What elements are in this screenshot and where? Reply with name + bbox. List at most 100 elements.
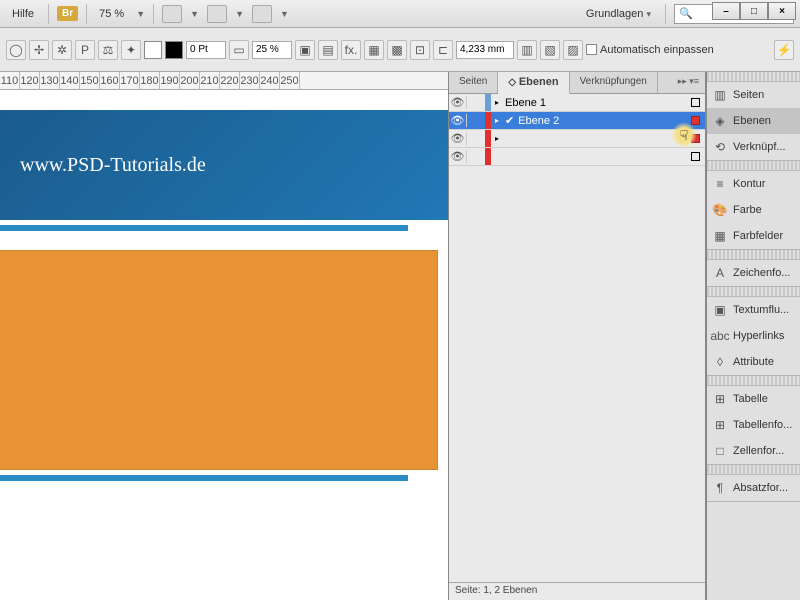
panel-icon: ¶ bbox=[712, 480, 728, 496]
panel-icon: ◈ bbox=[712, 113, 728, 129]
dock-item-farbe[interactable]: 🎨Farbe bbox=[707, 197, 800, 223]
document-canvas[interactable]: 1101201301401501601701801902002102202302… bbox=[0, 72, 448, 600]
tool-icon[interactable]: ▩ bbox=[387, 40, 407, 60]
maximize-button[interactable]: □ bbox=[740, 2, 768, 20]
panel-icon: ⊞ bbox=[712, 417, 728, 433]
dock-label: Seiten bbox=[733, 89, 764, 101]
dock-handle[interactable] bbox=[707, 250, 800, 260]
tool-icon[interactable]: ▤ bbox=[318, 40, 338, 60]
layer-row[interactable]: 👁 ▸ Ebene 1 bbox=[449, 94, 705, 112]
tab-pages[interactable]: Seiten bbox=[449, 72, 498, 93]
orange-rectangle[interactable] bbox=[0, 250, 438, 470]
tool-icon[interactable]: ▥ bbox=[517, 40, 537, 60]
dock-handle[interactable] bbox=[707, 161, 800, 171]
bridge-button[interactable]: Br bbox=[57, 6, 78, 21]
dock-item-tabelle[interactable]: ⊞Tabelle bbox=[707, 386, 800, 412]
view-option-1[interactable] bbox=[162, 5, 182, 23]
top-menu-bar: Hilfe Br 75 %▼ ▼ ▼ ▼ Grundlagen ▾ 🔍 bbox=[0, 0, 800, 28]
auto-fit-checkbox[interactable]: Automatisch einpassen bbox=[586, 44, 714, 56]
dock-group: ≡Kontur🎨Farbe ▦ Farbfelder bbox=[707, 161, 800, 250]
dock-group: ⊞Tabelle⊞Tabellenfo...□Zellenfor... bbox=[707, 376, 800, 465]
layer-target[interactable] bbox=[685, 98, 705, 107]
tool-icon[interactable]: ◯ bbox=[6, 40, 26, 60]
header-graphic[interactable]: ʃ www.PSD-Tutorials.de bbox=[0, 110, 448, 220]
opacity-input[interactable]: 25 % bbox=[252, 41, 292, 59]
tool-icon[interactable]: ✲ bbox=[52, 40, 72, 60]
tool-icon[interactable]: ▦ bbox=[364, 40, 384, 60]
dock-item-textumflu-[interactable]: ▣Textumflu... bbox=[707, 297, 800, 323]
layers-panel: Seiten ◇ Ebenen Verknüpfungen ▸▸ ▾≡ 👁 ▸ … bbox=[448, 72, 706, 600]
dock-label: Farbfelder bbox=[733, 230, 783, 242]
panel-icon: ▦ bbox=[712, 228, 728, 244]
view-option-3[interactable] bbox=[252, 5, 272, 23]
minimize-button[interactable]: – bbox=[712, 2, 740, 20]
view-option-2[interactable] bbox=[207, 5, 227, 23]
dock-item-tabellenfo-[interactable]: ⊞Tabellenfo... bbox=[707, 412, 800, 438]
dock-item-zeichenfo-[interactable]: AZeichenfo... bbox=[707, 260, 800, 286]
tool-icon[interactable]: ⊡ bbox=[410, 40, 430, 60]
tool-icon[interactable]: ⚖ bbox=[98, 40, 118, 60]
zoom-level[interactable]: 75 % bbox=[95, 6, 128, 22]
layer-row[interactable]: 👁 ▸ ✔ Ebene 2 bbox=[449, 112, 705, 130]
dock-item-farbfelder[interactable]: ▦ Farbfelder bbox=[707, 223, 800, 249]
visibility-icon[interactable]: 👁 bbox=[449, 96, 467, 109]
disclosure-icon[interactable]: ▸ bbox=[491, 98, 503, 107]
stroke-swatch[interactable] bbox=[165, 41, 183, 59]
workspace-selector[interactable]: Grundlagen ▾ bbox=[580, 6, 657, 22]
dock-label: Zellenfor... bbox=[733, 445, 784, 457]
tool-icon[interactable]: ▣ bbox=[295, 40, 315, 60]
dock-item-verkn-pf-[interactable]: ⟲Verknüpf... bbox=[707, 134, 800, 160]
tab-layers[interactable]: ◇ Ebenen bbox=[498, 72, 569, 94]
dock-group: ▥ Seiten ◈Ebenen⟲Verknüpf... bbox=[707, 72, 800, 161]
tool-icon[interactable]: ▨ bbox=[563, 40, 583, 60]
tab-links[interactable]: Verknüpfungen bbox=[570, 72, 658, 93]
layer-row[interactable]: 👁 ▸ bbox=[449, 130, 705, 148]
visibility-icon[interactable]: 👁 bbox=[449, 114, 467, 127]
disclosure-icon[interactable]: ▸ bbox=[491, 134, 503, 143]
dock-item-hyperlinks[interactable]: abcHyperlinks bbox=[707, 323, 800, 349]
fx-button[interactable]: fx. bbox=[341, 40, 361, 60]
dock-item-attribute[interactable]: ◊Attribute bbox=[707, 349, 800, 375]
tool-icon[interactable]: ✦ bbox=[121, 40, 141, 60]
chevron-down-icon[interactable]: ▼ bbox=[136, 9, 145, 19]
disclosure-icon[interactable]: ▸ bbox=[491, 116, 503, 125]
dock-item-seiten[interactable]: ▥ Seiten bbox=[707, 82, 800, 108]
dock-handle[interactable] bbox=[707, 465, 800, 475]
layer-target[interactable] bbox=[685, 152, 705, 161]
panel-icon: ▥ bbox=[712, 87, 728, 103]
panel-icon: ⊞ bbox=[712, 391, 728, 407]
layer-name[interactable]: Ebene 1 bbox=[503, 97, 685, 109]
help-menu[interactable]: Hilfe bbox=[6, 6, 40, 22]
visibility-icon[interactable]: 👁 bbox=[449, 150, 467, 163]
crop-icon[interactable]: ⊏ bbox=[433, 40, 453, 60]
dock-item-ebenen[interactable]: ◈Ebenen bbox=[707, 108, 800, 134]
dock-item-kontur[interactable]: ≡Kontur bbox=[707, 171, 800, 197]
visibility-icon[interactable]: 👁 bbox=[449, 132, 467, 145]
measurement-input[interactable]: 4,233 mm bbox=[456, 41, 514, 59]
panel-icon: abc bbox=[712, 328, 728, 344]
panel-menu-icon[interactable]: ▸▸ ▾≡ bbox=[672, 72, 705, 93]
tool-icon[interactable]: P bbox=[75, 40, 95, 60]
layer-name[interactable]: Ebene 2 bbox=[516, 115, 685, 127]
dock-label: Kontur bbox=[733, 178, 765, 190]
layer-color-chip bbox=[485, 148, 491, 165]
close-button[interactable]: × bbox=[768, 2, 796, 20]
fill-swatch[interactable] bbox=[144, 41, 162, 59]
dock-item-zellenfor-[interactable]: □Zellenfor... bbox=[707, 438, 800, 464]
ruler-tick: 220 bbox=[220, 72, 240, 89]
panel-icon: ▣ bbox=[712, 302, 728, 318]
layer-row[interactable]: 👁 bbox=[449, 148, 705, 166]
tool-icon[interactable]: ▭ bbox=[229, 40, 249, 60]
dock-handle[interactable] bbox=[707, 287, 800, 297]
ruler-tick: 210 bbox=[200, 72, 220, 89]
flyout-icon[interactable]: ⚡ bbox=[774, 40, 794, 60]
dock-handle[interactable] bbox=[707, 72, 800, 82]
ruler-tick: 250 bbox=[280, 72, 300, 89]
stroke-weight-input[interactable]: 0 Pt bbox=[186, 41, 226, 59]
tool-icon[interactable]: ▧ bbox=[540, 40, 560, 60]
dock-handle[interactable] bbox=[707, 376, 800, 386]
ruler-tick: 240 bbox=[260, 72, 280, 89]
tool-icon[interactable]: ✢ bbox=[29, 40, 49, 60]
ruler-tick: 130 bbox=[40, 72, 60, 89]
dock-item-absatzfor-[interactable]: ¶Absatzfor... bbox=[707, 475, 800, 501]
